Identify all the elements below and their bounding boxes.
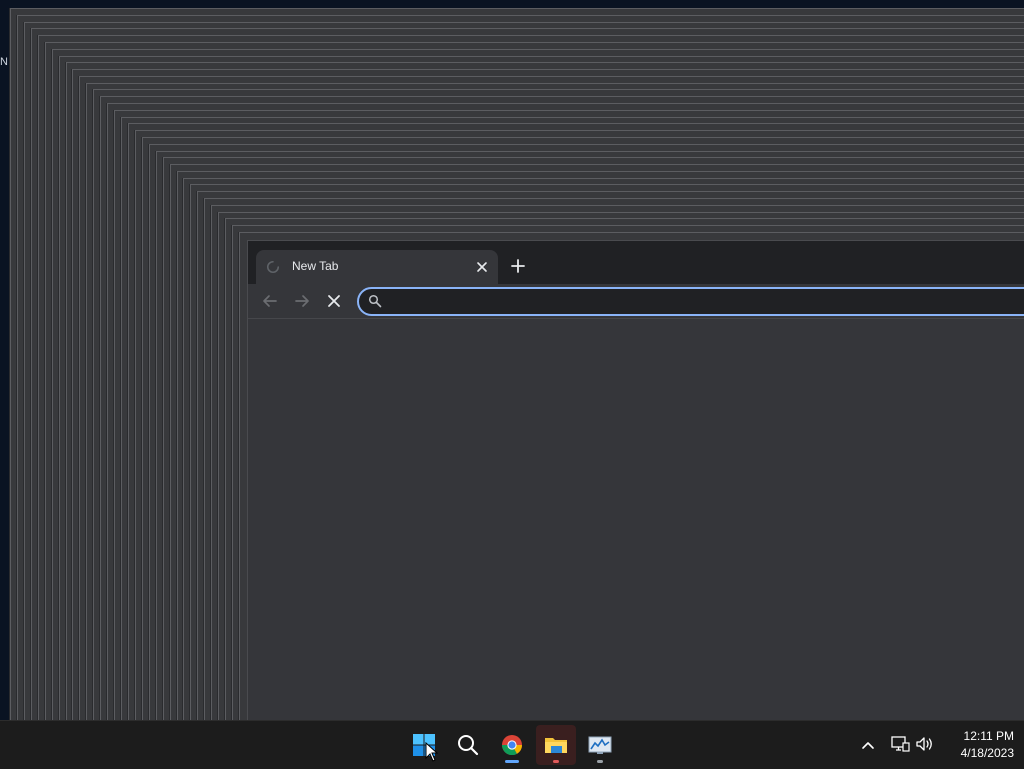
- clock-date: 4/18/2023: [960, 746, 1014, 760]
- taskbar-resource-monitor-button[interactable]: [580, 725, 620, 765]
- tab-title: New Tab: [292, 259, 339, 273]
- tab-new-tab[interactable]: New Tab: [256, 250, 498, 284]
- chrome-icon: [501, 735, 523, 756]
- chrome-window[interactable]: New Tab: [247, 240, 1024, 720]
- mouse-cursor-icon: [425, 742, 439, 762]
- desktop: N New Tab: [0, 0, 1024, 720]
- address-input[interactable]: [389, 292, 993, 312]
- search-icon: [458, 735, 479, 756]
- active-app-indicator: [505, 760, 519, 763]
- clock-time: 12:11 PM: [963, 729, 1014, 743]
- arrow-left-icon[interactable]: [261, 292, 279, 310]
- taskbar: 12:11 PM 4/18/2023: [0, 720, 1024, 769]
- volume-icon[interactable]: [915, 735, 935, 753]
- taskbar-file-explorer-button[interactable]: [536, 725, 576, 765]
- monitor-chart-icon: [588, 736, 612, 754]
- plus-icon[interactable]: [509, 257, 527, 275]
- arrow-right-icon[interactable]: [293, 292, 311, 310]
- taskbar-chrome-button[interactable]: [492, 725, 532, 765]
- taskbar-clock[interactable]: 12:11 PM 4/18/2023: [944, 728, 1014, 762]
- running-app-indicator: [597, 760, 603, 763]
- network-icon[interactable]: [890, 735, 910, 753]
- browser-toolbar: [248, 284, 1024, 319]
- running-app-indicator: [553, 760, 559, 763]
- search-icon: [368, 294, 382, 308]
- close-icon[interactable]: [474, 259, 490, 275]
- taskbar-search-button[interactable]: [448, 725, 488, 765]
- folder-icon: [545, 738, 567, 753]
- close-icon[interactable]: [325, 292, 343, 310]
- chevron-up-icon[interactable]: [860, 737, 876, 753]
- loading-spinner-icon: [267, 260, 280, 273]
- page-content: [248, 319, 1024, 720]
- address-bar[interactable]: [357, 287, 1024, 316]
- tab-strip: New Tab: [248, 241, 1024, 284]
